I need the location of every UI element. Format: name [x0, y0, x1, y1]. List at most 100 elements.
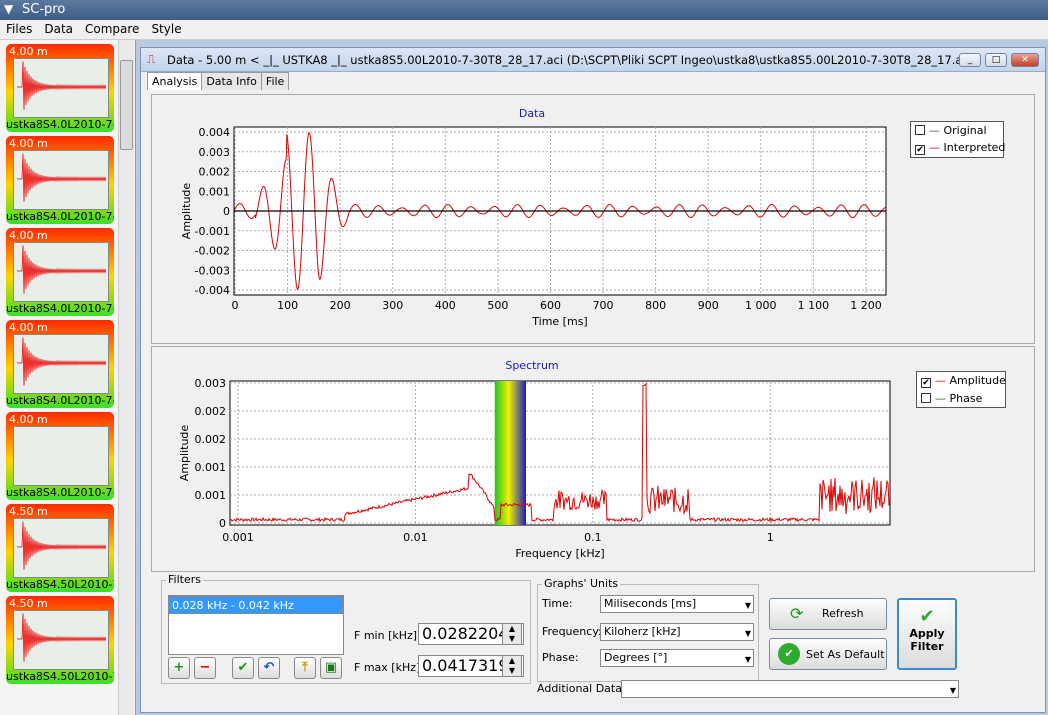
units-title: Graphs' Units — [542, 577, 621, 590]
x-tick-label: 1 100 — [798, 299, 830, 312]
window-title: Data - 5.00 m < _|_ USTKA8 _|_ ustka8S5.… — [167, 53, 977, 67]
thumbnail-plot — [13, 242, 109, 302]
filter-item[interactable]: 0.028 kHz - 0.042 kHz — [169, 596, 343, 614]
y-tick-label: 0.003 — [199, 146, 231, 159]
frequency-select[interactable]: Kiloherz [kHz] ▼ — [600, 623, 754, 641]
y-tick-label: 0.001 — [195, 489, 227, 502]
close-button[interactable]: ✕ — [1011, 53, 1039, 67]
check-icon: ✔ — [919, 606, 935, 627]
fmax-spinner[interactable]: ▲ ▼ — [502, 655, 522, 677]
thumbnail-card[interactable]: 4.00 m ustka8S4.0L2010-7-3 — [6, 412, 114, 500]
thumbnail-plot — [13, 334, 109, 394]
undo-icon-button[interactable]: ↶ — [258, 657, 280, 679]
y-tick-label: 0.002 — [199, 166, 231, 179]
legend-phase-label: Phase — [949, 392, 983, 405]
app-logo-icon: ▼ — [4, 2, 14, 16]
filter-band — [494, 381, 526, 525]
thumbnail-plot — [13, 518, 109, 578]
x-tick-label: 200 — [330, 299, 351, 312]
window-icon: ⎍ — [147, 52, 156, 66]
filters-list[interactable]: 0.028 kHz - 0.042 kHz — [168, 595, 344, 655]
fmin-label: F min [kHz]: — [354, 629, 421, 642]
menu-bar: Files Data Compare Style — [0, 20, 1048, 40]
data-chart-panel: Data 0 100 200 300 400 500 600 700 800 900 1 000 1 … — [151, 94, 1035, 344]
legend-item-phase[interactable]: — Phase — [917, 390, 1005, 407]
scrollbar-thumb[interactable] — [120, 60, 133, 150]
y-tick-label: 0.004 — [199, 126, 231, 139]
frequency-label: Frequency: — [542, 625, 602, 638]
menu-compare[interactable]: Compare — [79, 20, 145, 38]
x-axis-label: Time [ms] — [531, 315, 587, 328]
thumbnail-label: ustka8S4.0L2010-7-3 — [6, 486, 114, 499]
add-filter-button[interactable]: + — [168, 657, 190, 679]
thumbnail-plot — [13, 426, 109, 486]
apply-filter-button[interactable]: ✔ Apply Filter — [897, 598, 957, 670]
tab-analysis[interactable]: Analysis — [147, 72, 203, 90]
app-title-bar: ▼ SC-pro — [0, 0, 1048, 20]
y-tick-label: 0.001 — [199, 185, 231, 198]
y-tick-label: -0.002 — [195, 245, 230, 258]
x-tick-label: 600 — [540, 299, 561, 312]
legend-item-interpreted[interactable]: ✔ — Interpreted — [911, 139, 1005, 157]
thumbnail-card[interactable]: 4.00 m ustka8S4.0L2010-7-3 — [6, 44, 114, 132]
menu-files[interactable]: Files — [0, 20, 38, 38]
maximize-button[interactable]: □ — [985, 53, 1007, 67]
thumbnail-card[interactable]: 4.50 m ustka8S4.50L2010-7- — [6, 504, 114, 592]
thumbnail-label: ustka8S4.50L2010-7- — [6, 578, 114, 591]
thumbnail-depth: 4.00 m — [9, 229, 48, 242]
thumbnail-card[interactable]: 4.00 m ustka8S4.0L2010-7-3 — [6, 228, 114, 316]
y-tick-label: 0.002 — [195, 433, 227, 446]
thumbnail-label: ustka8S4.0L2010-7-3 — [6, 118, 114, 131]
additional-data-label: Additional Data: — [537, 682, 626, 695]
x-tick-label: 0.1 — [584, 531, 602, 544]
accept-icon-button[interactable]: ✔ — [232, 657, 254, 679]
original-checkbox[interactable] — [915, 125, 925, 135]
menu-data[interactable]: Data — [38, 20, 79, 38]
refresh-button[interactable]: ⟳ Refresh — [769, 598, 887, 630]
fmin-spinner[interactable]: ▲ ▼ — [502, 623, 522, 645]
x-tick-label: 1 200 — [850, 299, 882, 312]
open-folder-button[interactable]: ⤒ — [294, 657, 316, 679]
thumbnail-card[interactable]: 4.50 m ustka8S4.50L2010-7- — [6, 596, 114, 684]
app-title: SC-pro — [22, 2, 66, 17]
y-tick-label: -0.003 — [195, 264, 230, 277]
time-value: Miliseconds [ms] — [604, 597, 697, 610]
x-tick-label: 1 — [767, 531, 774, 544]
data-chart: 0 100 200 300 400 500 600 700 800 900 1 000 1 100 1 … — [180, 126, 887, 328]
legend-original-label: Original — [943, 124, 987, 137]
x-tick-label: 400 — [435, 299, 456, 312]
window-title-bar: ⎍ Data - 5.00 m < _|_ USTKA8 _|_ ustka8S… — [141, 48, 1045, 72]
set-default-label: Set As Default — [806, 648, 885, 661]
tab-file[interactable]: File — [260, 72, 290, 90]
thumbnail-label: ustka8S4.0L2010-7-3 — [6, 394, 114, 407]
chevron-down-icon: ▼ — [949, 686, 956, 695]
chevron-down-icon: ▼ — [744, 629, 751, 638]
set-default-button[interactable]: ✔ Set As Default — [769, 638, 887, 670]
y-tick-label: 0.001 — [195, 461, 227, 474]
x-tick-label: 900 — [698, 299, 719, 312]
time-label: Time: — [542, 597, 573, 610]
x-tick-label: 0.01 — [403, 531, 428, 544]
additional-data-select[interactable]: ▼ — [621, 680, 959, 698]
legend-item-original[interactable]: — Original — [911, 122, 1003, 139]
tab-data-info[interactable]: Data Info — [201, 72, 262, 90]
save-button[interactable]: ▣ — [320, 657, 342, 679]
remove-filter-button[interactable]: − — [194, 657, 216, 679]
amplitude-checkbox[interactable]: ✔ — [921, 378, 931, 388]
thumbnail-card[interactable]: 4.00 m ustka8S4.0L2010-7-3 — [6, 136, 114, 224]
chevron-down-icon: ▼ — [744, 655, 751, 664]
interpreted-checkbox[interactable]: ✔ — [915, 145, 925, 155]
y-tick-label: 0.002 — [195, 405, 227, 418]
y-tick-label: -0.001 — [195, 225, 230, 238]
menu-style[interactable]: Style — [145, 20, 187, 38]
time-select[interactable]: Miliseconds [ms] ▼ — [600, 595, 754, 613]
legend-item-amplitude[interactable]: ✔ — Amplitude — [917, 372, 1006, 390]
sidebar-scrollbar[interactable] — [118, 40, 134, 715]
graph-units-group: Graphs' Units Time: Miliseconds [ms] ▼ Fr… — [537, 577, 759, 682]
thumbnail-card[interactable]: 4.00 m ustka8S4.0L2010-7-3 — [6, 320, 114, 408]
thumbnail-depth: 4.00 m — [9, 321, 48, 334]
phase-checkbox[interactable] — [921, 393, 931, 403]
phase-select[interactable]: Degrees [°] ▼ — [600, 649, 754, 667]
minimize-button[interactable]: _ — [959, 53, 981, 67]
thumbnail-label: ustka8S4.50L2010-7- — [6, 670, 114, 683]
